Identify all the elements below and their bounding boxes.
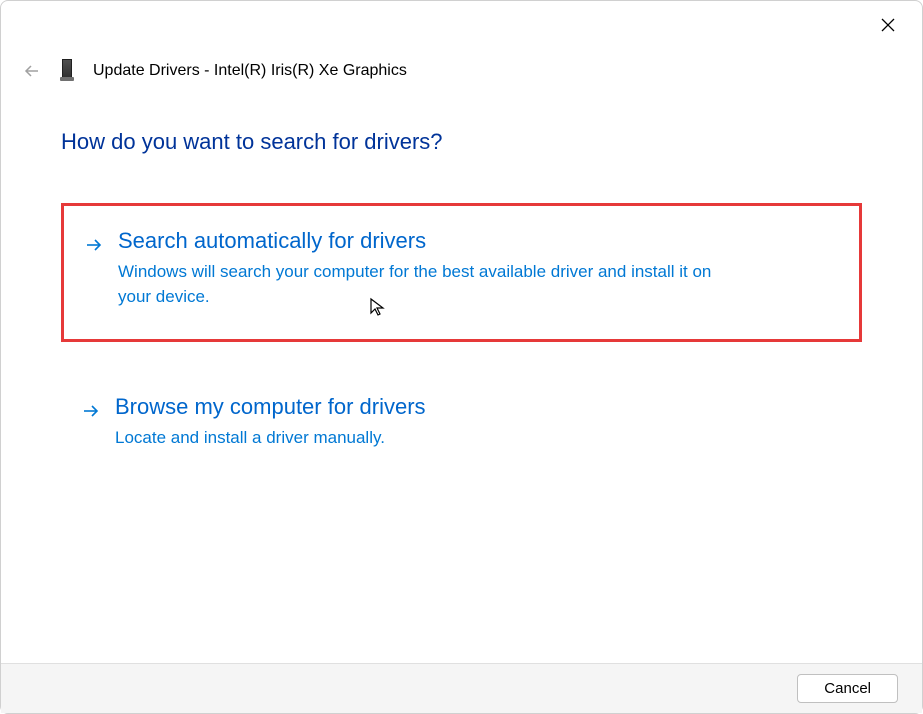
footer: Cancel — [1, 663, 922, 713]
cancel-button[interactable]: Cancel — [797, 674, 898, 703]
arrow-right-icon — [84, 235, 104, 255]
option-auto-desc: Windows will search your computer for th… — [118, 260, 738, 309]
option-browse-desc: Locate and install a driver manually. — [115, 426, 735, 451]
option-search-automatically[interactable]: Search automatically for drivers Windows… — [61, 203, 862, 342]
close-icon — [880, 17, 896, 33]
arrow-right-icon — [81, 401, 101, 421]
header: Update Drivers - Intel(R) Iris(R) Xe Gra… — [23, 59, 407, 83]
window-title: Update Drivers - Intel(R) Iris(R) Xe Gra… — [93, 62, 407, 80]
back-arrow-icon — [24, 63, 40, 79]
page-heading: How do you want to search for drivers? — [61, 129, 862, 155]
device-icon — [59, 59, 75, 83]
close-button[interactable] — [872, 9, 904, 41]
option-browse-title: Browse my computer for drivers — [115, 394, 842, 420]
option-browse-computer[interactable]: Browse my computer for drivers Locate an… — [61, 372, 862, 481]
option-auto-title: Search automatically for drivers — [118, 228, 839, 254]
back-button — [23, 62, 41, 80]
